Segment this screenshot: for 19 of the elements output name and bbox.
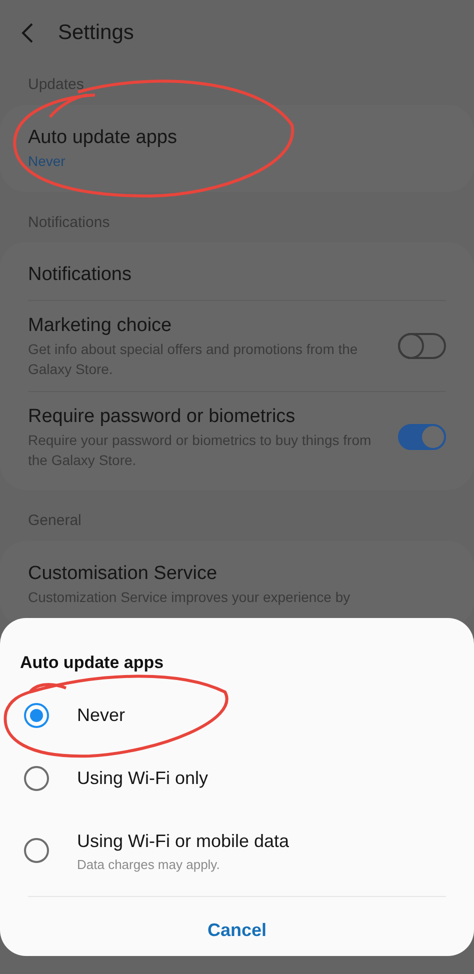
- page-title: Settings: [58, 20, 134, 46]
- setting-title[interactable]: Notifications: [28, 262, 446, 288]
- setting-title[interactable]: Marketing choice: [28, 313, 382, 339]
- radio-button[interactable]: [24, 766, 49, 790]
- setting-title[interactable]: Customisation Service: [28, 560, 446, 586]
- dialog-title: Auto update apps: [20, 652, 165, 674]
- cancel-button[interactable]: Cancel: [191, 913, 283, 948]
- radio-button[interactable]: [24, 702, 49, 728]
- back-icon[interactable]: [20, 22, 34, 44]
- option-label[interactable]: Using Wi-Fi or mobile data: [77, 828, 290, 854]
- option-label[interactable]: Using Wi-Fi only: [77, 764, 208, 792]
- setting-title[interactable]: Require password or biometrics: [28, 404, 382, 430]
- setting-value: Never: [28, 152, 66, 170]
- toggle-switch[interactable]: [398, 333, 446, 359]
- setting-title[interactable]: Auto update apps: [28, 124, 446, 150]
- option-note: Data charges may apply.: [77, 856, 221, 874]
- option-label[interactable]: Never: [77, 702, 126, 728]
- toggle-switch[interactable]: [398, 424, 446, 450]
- radio-button[interactable]: [24, 838, 49, 864]
